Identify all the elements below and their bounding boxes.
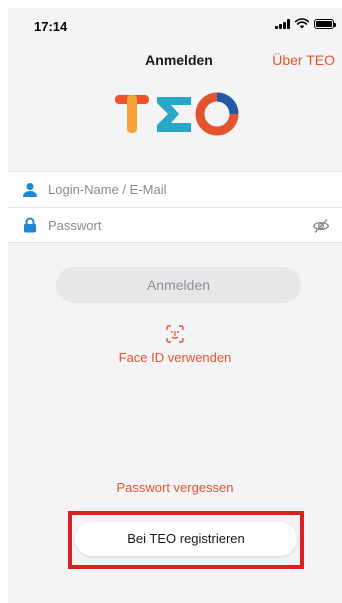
password-row	[8, 207, 342, 242]
teo-logo	[115, 92, 239, 136]
register-button[interactable]: Bei TEO registrieren	[75, 522, 297, 556]
wifi-icon	[295, 18, 309, 29]
face-id-label: Face ID verwenden	[118, 350, 232, 365]
battery-icon	[314, 18, 336, 29]
about-teo-link[interactable]: Über TEO	[272, 52, 335, 68]
status-bar: 17:14	[8, 8, 342, 44]
username-input[interactable]	[48, 182, 288, 197]
forgot-password-link[interactable]: Passwort vergessen	[8, 480, 342, 495]
status-time: 17:14	[34, 19, 68, 34]
lock-icon	[24, 217, 36, 233]
login-form	[8, 171, 342, 243]
password-input[interactable]	[48, 217, 288, 233]
eye-slash-icon[interactable]	[312, 217, 330, 235]
status-icons	[275, 18, 336, 29]
face-id-button[interactable]: Face ID verwenden	[8, 325, 342, 365]
person-icon	[23, 182, 37, 197]
login-button[interactable]: Anmelden	[56, 267, 301, 303]
username-row	[8, 172, 342, 207]
login-screen: 17:14 Anmelden Über TEO Login-Name / E-M…	[8, 8, 342, 603]
face-id-icon	[166, 325, 184, 343]
signal-icon	[275, 18, 290, 29]
